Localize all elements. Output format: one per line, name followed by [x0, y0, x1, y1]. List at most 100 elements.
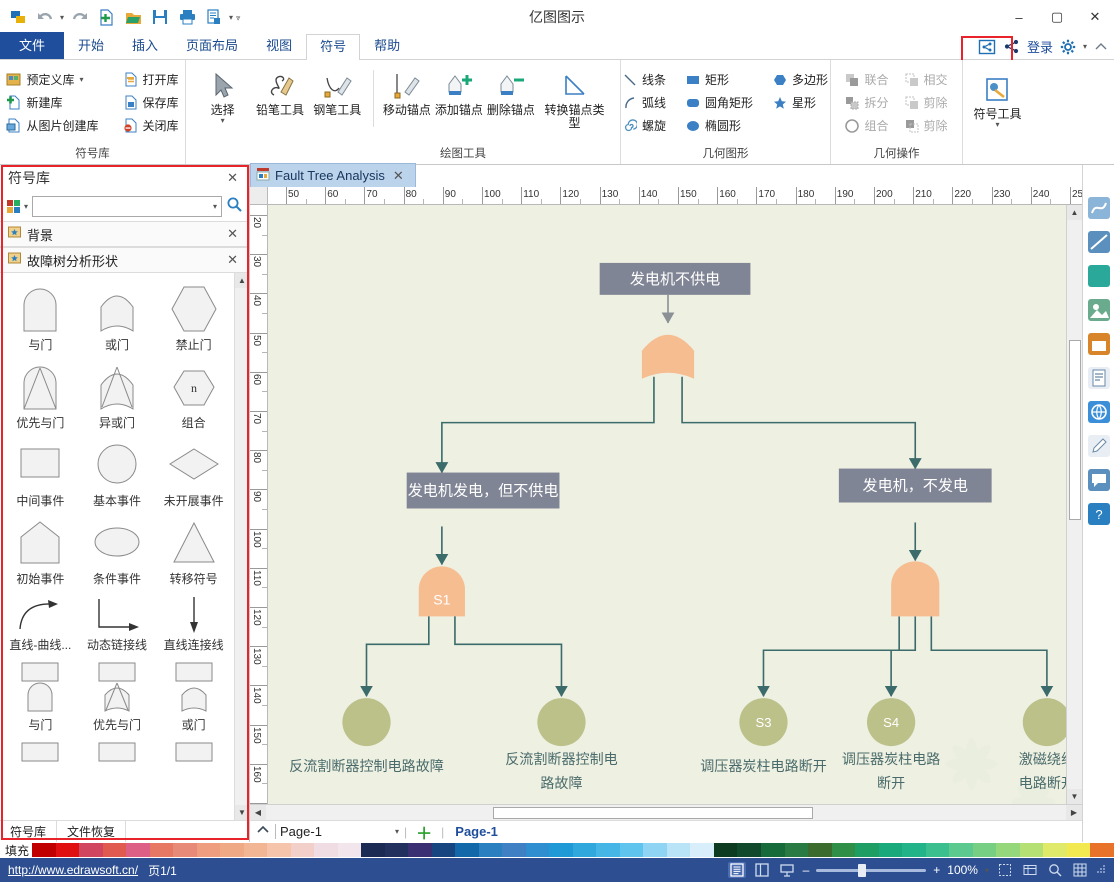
- library-scrollbar[interactable]: ▲ ▼: [234, 273, 249, 820]
- zoom-in-button[interactable]: +: [933, 863, 940, 877]
- minimize-button[interactable]: –: [1000, 0, 1038, 34]
- palette-swatch[interactable]: [384, 843, 409, 857]
- palette-swatch[interactable]: [220, 843, 244, 857]
- canvas-viewport[interactable]: 发电机不供电 发电机发电，但不供电 发电机，不发电 S1 S3 S4 反流割断器…: [268, 205, 1066, 804]
- palette-swatch[interactable]: [925, 843, 950, 857]
- export-icon[interactable]: [202, 5, 226, 29]
- canvas-scroll-right-button[interactable]: ▶: [1066, 805, 1082, 820]
- tab-help[interactable]: 帮助: [360, 33, 414, 59]
- palette-swatch[interactable]: [243, 843, 268, 857]
- canvas-scroll-down-button[interactable]: ▼: [1067, 789, 1082, 804]
- library-shape-xor-gate[interactable]: 异或门: [79, 355, 156, 433]
- page-select-caret[interactable]: ▾: [395, 828, 399, 836]
- library-shape-dynamic-connector[interactable]: 动态链接线: [79, 589, 156, 655]
- spiral-shape-button[interactable]: 螺旋: [618, 115, 671, 136]
- palette-swatch[interactable]: [549, 843, 573, 857]
- symbol-tool-caret[interactable]: ▾: [995, 121, 999, 129]
- new-file-icon[interactable]: [94, 5, 118, 29]
- undo-dropdown-icon[interactable]: ▾: [60, 13, 64, 21]
- palette-swatch[interactable]: [173, 843, 197, 857]
- canvas-horizontal-scrollbar[interactable]: ◀ ▶: [250, 804, 1082, 820]
- node-top-or-gate[interactable]: [641, 334, 695, 379]
- palette-swatch[interactable]: [32, 843, 56, 857]
- palette-swatch[interactable]: [855, 843, 879, 857]
- predefined-library-button[interactable]: 预定义库 ▾: [1, 69, 103, 90]
- chevron-up-icon[interactable]: [256, 824, 270, 839]
- node-basic-5[interactable]: [1022, 698, 1066, 747]
- library-shape-labeled-priority-and-gate[interactable]: 优先与门: [79, 655, 156, 735]
- pencil-tool-button[interactable]: 铅笔工具: [251, 68, 308, 119]
- node-gate-right[interactable]: [891, 561, 940, 617]
- palette-swatch[interactable]: [808, 843, 832, 857]
- move-anchor-button[interactable]: 移动锚点: [381, 68, 433, 119]
- palette-swatch[interactable]: [972, 843, 997, 857]
- library-shape-undeveloped-event[interactable]: 未开展事件: [155, 433, 232, 511]
- edraw-logo-icon[interactable]: [6, 5, 30, 29]
- tab-insert[interactable]: 插入: [118, 33, 172, 59]
- library-panel-close-icon[interactable]: ✕: [224, 170, 241, 186]
- vertical-ruler[interactable]: 2030405060708090100110120130140150160170: [250, 205, 268, 804]
- redo-icon[interactable]: [67, 5, 91, 29]
- palette-swatch[interactable]: [55, 843, 80, 857]
- node-basic-3[interactable]: S3: [739, 698, 788, 747]
- palette-swatch[interactable]: [996, 843, 1020, 857]
- palette-swatch[interactable]: [831, 843, 856, 857]
- library-shape-and-gate[interactable]: 与门: [2, 277, 79, 355]
- split-button[interactable]: 拆分: [840, 92, 893, 113]
- library-shape-partial[interactable]: [2, 735, 79, 766]
- palette-swatch[interactable]: [502, 843, 526, 857]
- gear-icon[interactable]: [1060, 39, 1076, 55]
- print-icon[interactable]: [175, 5, 199, 29]
- node-basic-4[interactable]: S4: [867, 698, 916, 747]
- save-icon[interactable]: [148, 5, 172, 29]
- library-footer-tab-symbol-library[interactable]: 符号库: [0, 821, 58, 842]
- library-from-image-button[interactable]: 从图片创建库: [1, 115, 103, 136]
- palette-swatch[interactable]: [878, 843, 903, 857]
- palette-swatch[interactable]: [902, 843, 926, 857]
- palette-swatch[interactable]: [314, 843, 338, 857]
- signin-button[interactable]: 登录: [1027, 37, 1053, 56]
- theme-icon[interactable]: [1086, 297, 1112, 323]
- star-shape-button[interactable]: 星形: [768, 92, 833, 113]
- fit-page-icon[interactable]: [996, 862, 1014, 878]
- palette-swatch[interactable]: [525, 843, 550, 857]
- palette-swatch[interactable]: [1090, 843, 1114, 857]
- palette-swatch[interactable]: [666, 843, 691, 857]
- palette-swatch[interactable]: [337, 843, 362, 857]
- zoom-slider[interactable]: [816, 863, 927, 877]
- library-category-background-close-icon[interactable]: ✕: [224, 226, 241, 242]
- palette-swatch[interactable]: [737, 843, 761, 857]
- cloud-icon[interactable]: [1086, 399, 1112, 425]
- palette-swatch[interactable]: [643, 843, 667, 857]
- new-library-button[interactable]: 新建库: [1, 92, 103, 113]
- predefined-library-caret[interactable]: ▾: [80, 76, 84, 84]
- library-shape-conditional-event[interactable]: 条件事件: [79, 511, 156, 589]
- library-shape-curve-connector[interactable]: 直线-曲线...: [2, 589, 79, 655]
- zoom-select-icon[interactable]: [1046, 862, 1064, 878]
- ellipse-shape-button[interactable]: 椭圆形: [681, 115, 758, 136]
- palette-swatch[interactable]: [79, 843, 103, 857]
- undo-icon[interactable]: [33, 5, 57, 29]
- edraw-website-link[interactable]: http://www.edrawsoft.cn/: [8, 863, 138, 877]
- library-shape-combination[interactable]: n 组合: [155, 355, 232, 433]
- resize-grip-icon[interactable]: [1096, 863, 1106, 877]
- close-library-button[interactable]: 关闭库: [118, 115, 184, 136]
- pen-tool-button[interactable]: 钢笔工具: [309, 68, 366, 119]
- library-shape-transfer-symbol[interactable]: 转移符号: [155, 511, 232, 589]
- palette-swatch[interactable]: [126, 843, 150, 857]
- canvas-hscroll-thumb[interactable]: [493, 807, 813, 819]
- canvas-scroll-left-button[interactable]: ◀: [250, 805, 266, 820]
- palette-swatch[interactable]: [784, 843, 809, 857]
- rectangle-shape-button[interactable]: 矩形: [681, 69, 758, 90]
- zoom-dropdown-icon[interactable]: ▾: [985, 866, 989, 874]
- qat-more-icon[interactable]: ⩔: [236, 13, 241, 21]
- palette-swatch[interactable]: [572, 843, 597, 857]
- help-icon[interactable]: ?: [1086, 501, 1112, 527]
- library-shape-labeled-or-gate[interactable]: 或门: [155, 655, 232, 735]
- trim-button[interactable]: 剪除: [900, 115, 953, 136]
- close-button[interactable]: ✕: [1076, 0, 1114, 34]
- save-library-button[interactable]: 保存库: [118, 92, 184, 113]
- intersect-button[interactable]: 相交: [900, 69, 953, 90]
- presentation-view-button[interactable]: [778, 862, 796, 878]
- canvas-vscroll-thumb[interactable]: [1069, 340, 1081, 520]
